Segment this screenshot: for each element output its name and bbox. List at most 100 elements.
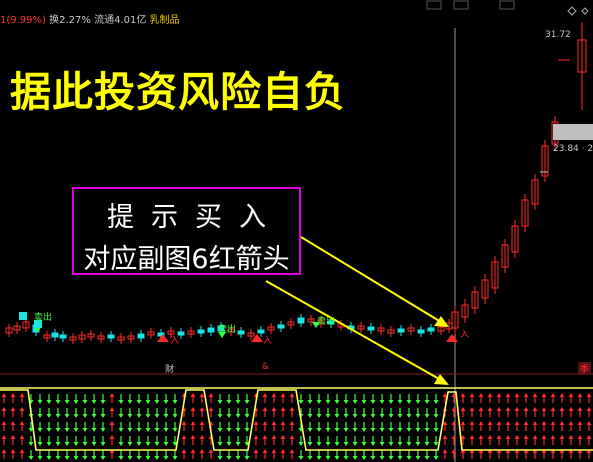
osc-down-arrowhead (73, 400, 79, 404)
osc-down-arrowhead (73, 442, 79, 446)
osc-down-arrowhead (352, 428, 358, 432)
osc-down-arrowhead (37, 400, 43, 404)
osc-up-arrowhead (469, 421, 475, 425)
osc-down-arrowhead (406, 456, 412, 460)
osc-down-arrowhead (424, 456, 430, 460)
osc-down-arrowhead (145, 400, 151, 404)
buy-triangle (446, 334, 458, 342)
osc-down-arrowhead (334, 414, 340, 418)
osc-down-arrowhead (415, 428, 421, 432)
buy-signal-label-3: 入 (460, 330, 470, 340)
osc-down-arrowhead (334, 442, 340, 446)
osc-down-arrowhead (370, 428, 376, 432)
osc-up-arrowhead (514, 421, 520, 425)
osc-down-arrowhead (361, 442, 367, 446)
control-box-3[interactable] (499, 0, 515, 10)
axis-mark-1: 财 (165, 365, 175, 375)
osc-down-arrowhead (334, 400, 340, 404)
osc-up-arrowhead (559, 435, 565, 439)
osc-down-arrowhead (37, 442, 43, 446)
osc-up-arrowhead (109, 393, 115, 397)
osc-up-arrowhead (487, 393, 493, 397)
osc-up-arrowhead (568, 393, 574, 397)
control-box-2[interactable] (453, 0, 469, 10)
osc-up-arrowhead (586, 393, 592, 397)
osc-down-arrowhead (415, 456, 421, 460)
osc-up-arrowhead (271, 449, 277, 453)
osc-down-arrowhead (73, 428, 79, 432)
osc-up-arrowhead (568, 407, 574, 411)
osc-down-arrowhead (235, 442, 241, 446)
window-controls[interactable] (426, 0, 589, 16)
osc-up-arrowhead (451, 435, 457, 439)
osc-up-arrowhead (469, 393, 475, 397)
osc-down-arrowhead (145, 414, 151, 418)
osc-up-arrowhead (253, 449, 259, 453)
osc-up-arrowhead (181, 435, 187, 439)
osc-up-arrowhead (577, 393, 583, 397)
osc-up-arrowhead (541, 407, 547, 411)
osc-down-arrowhead (370, 442, 376, 446)
osc-down-arrowhead (145, 456, 151, 460)
osc-up-arrowhead (442, 435, 448, 439)
osc-down-arrowhead (82, 456, 88, 460)
osc-down-arrowhead (136, 400, 142, 404)
osc-down-arrowhead (406, 400, 412, 404)
osc-down-arrowhead (46, 456, 52, 460)
osc-down-arrowhead (370, 456, 376, 460)
osc-down-arrowhead (316, 428, 322, 432)
osc-down-arrowhead (217, 428, 223, 432)
osc-up-arrowhead (19, 407, 25, 411)
osc-down-arrowhead (235, 456, 241, 460)
osc-down-arrowhead (316, 442, 322, 446)
osc-up-arrowhead (19, 449, 25, 453)
candle-body (277, 324, 285, 329)
osc-down-arrowhead (82, 428, 88, 432)
diamond-icon[interactable] (567, 6, 577, 16)
osc-down-arrowhead (244, 414, 250, 418)
osc-down-arrowhead (55, 428, 61, 432)
osc-down-arrowhead (37, 428, 43, 432)
osc-up-arrowhead (271, 393, 277, 397)
arrow-to-subchart-line (265, 280, 442, 381)
osc-down-arrowhead (325, 414, 331, 418)
osc-up-arrowhead (190, 449, 196, 453)
osc-up-arrowhead (280, 407, 286, 411)
osc-down-arrowhead (370, 400, 376, 404)
osc-down-arrowhead (82, 414, 88, 418)
osc-down-arrowhead (334, 428, 340, 432)
osc-up-arrowhead (550, 435, 556, 439)
osc-up-arrowhead (199, 407, 205, 411)
osc-up-arrowhead (181, 421, 187, 425)
osc-down-arrowhead (136, 414, 142, 418)
osc-down-arrowhead (352, 456, 358, 460)
kline-chart-window: 1(9.99%) 换2.27% 流通4.01亿 乳制品 31.72 23.84 … (0, 0, 593, 462)
osc-down-arrowhead (217, 456, 223, 460)
osc-down-arrowhead (163, 442, 169, 446)
sell-signal-label-3: 卖出 (317, 317, 336, 327)
osc-down-arrowhead (136, 428, 142, 432)
osc-up-arrowhead (10, 435, 16, 439)
osc-up-arrowhead (442, 449, 448, 453)
osc-down-arrowhead (235, 400, 241, 404)
diamond-small-icon[interactable] (581, 7, 589, 15)
control-box-1[interactable] (426, 0, 442, 10)
osc-up-arrowhead (451, 449, 457, 453)
osc-up-arrowhead (280, 435, 286, 439)
buy-hint-box: 提示买入 对应副图6红箭头 (72, 187, 301, 275)
osc-up-arrowhead (523, 421, 529, 425)
osc-down-arrowhead (127, 456, 133, 460)
osc-up-arrowhead (505, 393, 511, 397)
osc-down-arrowhead (127, 428, 133, 432)
osc-up-arrowhead (559, 421, 565, 425)
osc-up-arrowhead (478, 435, 484, 439)
osc-down-arrowhead (118, 400, 124, 404)
osc-up-arrowhead (109, 435, 115, 439)
cyan-block (19, 312, 27, 320)
osc-up-arrowhead (550, 407, 556, 411)
osc-down-arrowhead (307, 442, 313, 446)
oscillator-wave-line (0, 389, 593, 451)
osc-up-arrowhead (559, 407, 565, 411)
osc-down-arrowhead (334, 456, 340, 460)
osc-down-arrowhead (424, 414, 430, 418)
